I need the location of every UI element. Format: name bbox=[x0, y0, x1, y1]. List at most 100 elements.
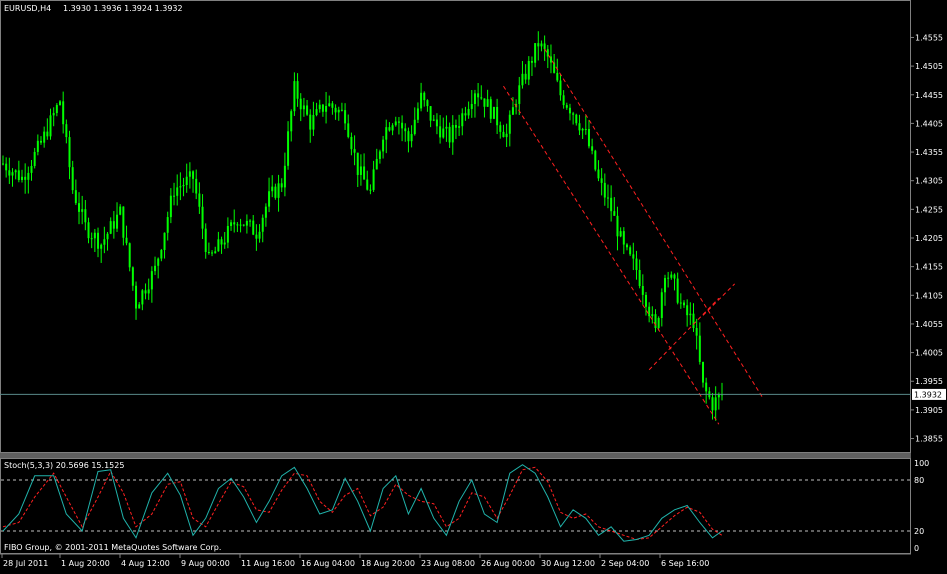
candle-body bbox=[518, 85, 521, 104]
candle-body bbox=[217, 239, 220, 252]
candle-body bbox=[299, 98, 302, 110]
candle-body bbox=[439, 126, 442, 138]
candle-body bbox=[277, 183, 280, 198]
price-chart[interactable]: 1.4555 1.4505 1.4455 1.4405 1.4355 1.4305 1.42… bbox=[0, 0, 947, 570]
candle-body bbox=[112, 221, 115, 229]
price-axis: 1.4555 1.4505 1.4455 1.4405 1.4355 1.4305 1.42… bbox=[910, 33, 943, 444]
candle-body bbox=[255, 234, 258, 239]
candle-body bbox=[163, 232, 166, 250]
time-tick-label: 16 Aug 04:00 bbox=[301, 559, 355, 568]
candle-body bbox=[14, 170, 17, 173]
candle-body bbox=[673, 274, 676, 279]
candle-body bbox=[711, 397, 714, 411]
mt4-chart-window[interactable]: 1.4555 1.4505 1.4455 1.4405 1.4355 1.4305 1.42… bbox=[0, 0, 947, 570]
price-tick-label: 1.4255 bbox=[915, 205, 943, 214]
candle-body bbox=[344, 110, 347, 124]
candle-body bbox=[470, 104, 473, 109]
candle-body bbox=[185, 176, 188, 186]
candle-body bbox=[597, 169, 600, 179]
candle-body bbox=[695, 327, 698, 336]
candle-body bbox=[565, 105, 568, 108]
candle-body bbox=[397, 121, 400, 123]
candle-body bbox=[359, 166, 362, 175]
candle-body bbox=[638, 270, 641, 287]
candle-body bbox=[2, 163, 4, 165]
candle-body bbox=[211, 252, 214, 254]
candle-body bbox=[350, 136, 353, 150]
candle-body bbox=[429, 106, 432, 121]
candle-body bbox=[293, 81, 296, 112]
candle-body bbox=[524, 73, 527, 80]
candle-body bbox=[496, 106, 499, 126]
candle-body bbox=[610, 197, 613, 212]
candle-body bbox=[388, 127, 391, 131]
candle-body bbox=[33, 151, 36, 166]
candle-body bbox=[144, 290, 147, 294]
candle-body bbox=[312, 115, 315, 130]
candle-body bbox=[505, 133, 508, 138]
candle-body bbox=[410, 134, 413, 142]
price-tick-label: 1.4405 bbox=[915, 119, 943, 128]
candle-body bbox=[192, 171, 195, 179]
candle-body bbox=[11, 172, 14, 176]
candle-body bbox=[81, 209, 84, 212]
candle-body bbox=[467, 108, 470, 116]
candle-body bbox=[252, 220, 255, 235]
candle-body bbox=[68, 137, 71, 168]
candle-body bbox=[128, 243, 131, 268]
candle-body bbox=[36, 140, 39, 152]
candle-body bbox=[556, 72, 559, 81]
candle-body bbox=[660, 292, 663, 319]
candle-body bbox=[594, 150, 597, 170]
candle-body bbox=[84, 209, 87, 223]
candle-body bbox=[245, 220, 248, 226]
candle-body bbox=[160, 249, 163, 259]
candle-body bbox=[527, 61, 530, 80]
candle-body bbox=[340, 109, 343, 111]
candle-body bbox=[537, 43, 540, 47]
candle-body bbox=[24, 176, 27, 180]
panel-separator[interactable] bbox=[0, 453, 911, 458]
candle-body bbox=[635, 258, 638, 271]
time-tick-label: 9 Aug 00:00 bbox=[181, 559, 230, 568]
candle-body bbox=[309, 114, 312, 130]
candle-body bbox=[59, 101, 62, 106]
candle-body bbox=[135, 285, 138, 309]
candle-body bbox=[138, 304, 141, 309]
candle-body bbox=[236, 224, 239, 226]
candle-body bbox=[201, 206, 204, 229]
candle-body bbox=[613, 211, 616, 216]
candle-body bbox=[391, 125, 394, 131]
candle-body bbox=[334, 107, 337, 113]
time-tick-label: 1 Aug 20:00 bbox=[61, 559, 110, 568]
candle-body bbox=[587, 129, 590, 147]
candle-body bbox=[521, 73, 524, 86]
candle-body bbox=[676, 278, 679, 303]
candle-body bbox=[106, 233, 109, 240]
candle-body bbox=[559, 80, 562, 96]
candle-body bbox=[315, 109, 318, 116]
price-tick-label: 1.4505 bbox=[915, 62, 943, 71]
candle-body bbox=[46, 131, 49, 137]
candle-body bbox=[651, 314, 654, 317]
candle-body bbox=[261, 217, 264, 232]
candle-body bbox=[385, 127, 388, 140]
candle-body bbox=[543, 43, 546, 50]
time-tick-label: 11 Aug 16:00 bbox=[241, 559, 295, 568]
candle-body bbox=[461, 113, 464, 127]
candle-body bbox=[179, 186, 182, 188]
candle-body bbox=[157, 258, 160, 266]
candle-body bbox=[600, 178, 603, 183]
candle-body bbox=[714, 397, 717, 411]
time-tick-label: 6 Sep 16:00 bbox=[661, 559, 709, 568]
candle-body bbox=[499, 125, 502, 132]
candle-body bbox=[657, 318, 660, 329]
price-tick-label: 1.3955 bbox=[915, 377, 943, 386]
candle-body bbox=[214, 251, 217, 254]
candle-body bbox=[508, 114, 511, 134]
candle-body bbox=[603, 182, 606, 198]
candle-body bbox=[109, 221, 112, 234]
price-tick-label: 1.3855 bbox=[915, 435, 943, 444]
candle-body bbox=[306, 105, 309, 115]
candle-body bbox=[698, 335, 701, 362]
